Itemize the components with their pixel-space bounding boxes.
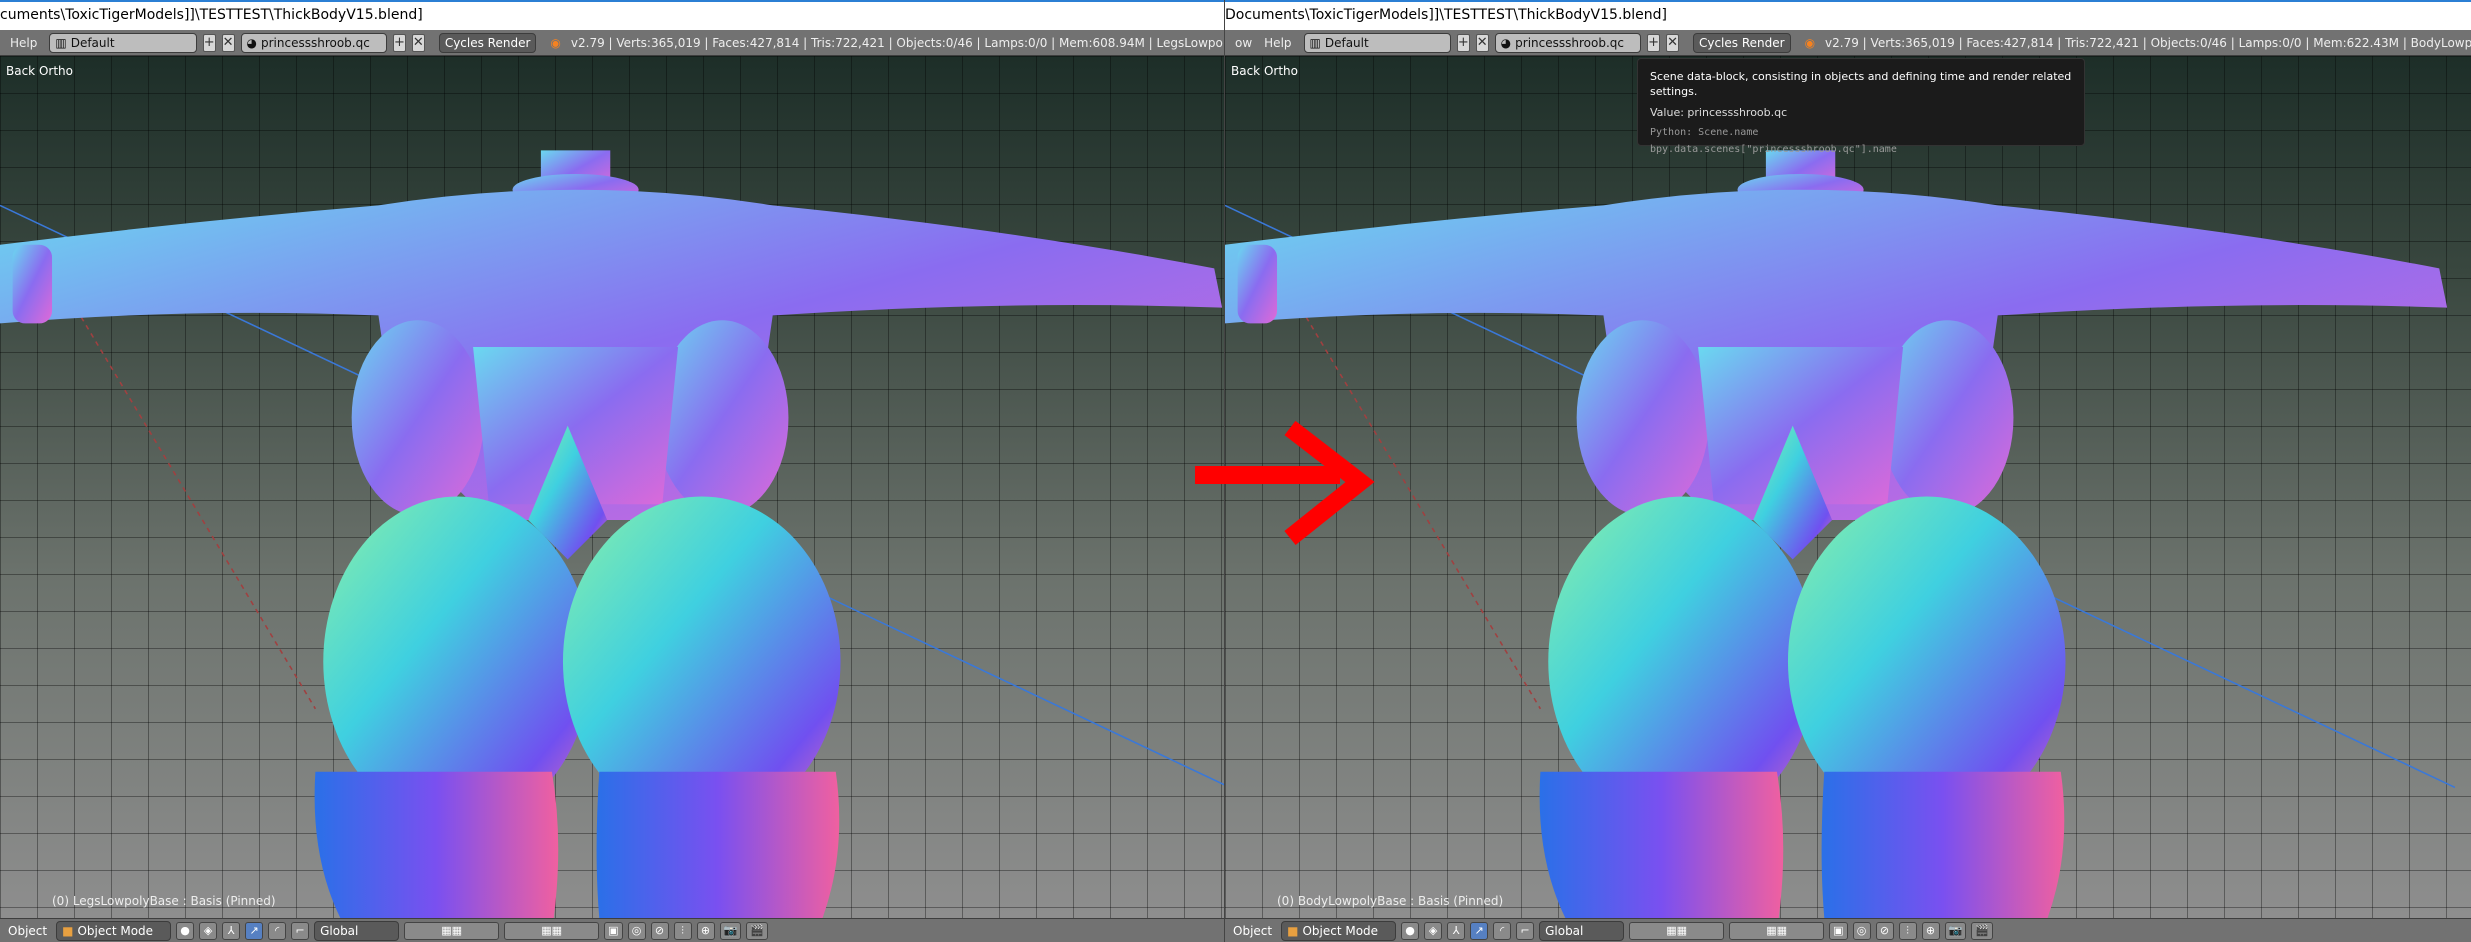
delete-layout-button[interactable]: ✕ bbox=[221, 33, 235, 52]
manipulator-toggle[interactable]: ⅄ bbox=[1447, 921, 1466, 940]
screen-layout-value: Default bbox=[1324, 35, 1369, 50]
blender-logo-icon: ◉ bbox=[1804, 35, 1816, 50]
manipulator-toggle[interactable]: ⅄ bbox=[222, 921, 241, 940]
info-header: ow Help ▥ Default + ✕ ◕ princessshroob.qc + ✕… bbox=[1225, 30, 2471, 56]
mode-value: Object Mode bbox=[1302, 923, 1379, 938]
tooltip-description: Scene data-block, consisting in objects … bbox=[1650, 70, 2072, 98]
screen-layout-value: Default bbox=[70, 35, 115, 50]
view-label: Back Ortho bbox=[6, 64, 73, 78]
rotate-manipulator[interactable]: ◜ bbox=[1493, 921, 1512, 940]
render-engine-selector[interactable]: Cycles Render bbox=[1692, 32, 1791, 53]
cube-icon: ■ bbox=[62, 923, 74, 938]
add-layout-button[interactable]: + bbox=[1456, 33, 1470, 52]
add-scene-button[interactable]: + bbox=[393, 33, 406, 52]
snap-element-icon[interactable]: ⫶ bbox=[673, 921, 692, 940]
menu-help[interactable]: Help bbox=[4, 36, 43, 50]
snap-target-icon[interactable]: ⊕ bbox=[1921, 921, 1940, 940]
mode-selector[interactable]: ■ Object Mode bbox=[56, 920, 172, 941]
lock-camera-icon[interactable]: ▣ bbox=[1829, 921, 1848, 940]
tooltip-python: Python: Scene.name bbox=[1650, 127, 1759, 138]
lock-camera-icon[interactable]: ▣ bbox=[604, 921, 623, 940]
tooltip-python-path: bpy.data.scenes["princessshroob.qc"].nam… bbox=[1650, 144, 1897, 155]
info-header: Help ▥ Default + ✕ ◕ princessshroob.qc + ✕ C… bbox=[0, 30, 1224, 56]
translate-manipulator[interactable]: ↗ bbox=[1470, 921, 1489, 940]
pane-1: cuments\ToxicTigerModels]]\TESTTEST\Thic… bbox=[0, 0, 1224, 942]
orientation-selector[interactable]: Global bbox=[1539, 920, 1625, 941]
scene-icon: ◕ bbox=[1500, 35, 1512, 50]
scale-manipulator[interactable]: ⌐ bbox=[291, 921, 310, 940]
blender-logo-icon: ◉ bbox=[550, 35, 561, 50]
layout-icon: ▥ bbox=[55, 35, 67, 50]
scene-statistics: v2.79 | Verts:365,019 | Faces:427,814 | … bbox=[570, 35, 1224, 50]
red-arrow-annotation bbox=[1195, 420, 1375, 546]
pivot-selector[interactable]: ◈ bbox=[199, 921, 218, 940]
shading-selector[interactable]: ● bbox=[176, 921, 195, 940]
cube-icon: ■ bbox=[1287, 923, 1299, 938]
menu-help[interactable]: Help bbox=[1258, 36, 1297, 50]
layers-grid-2[interactable]: ▦▦ bbox=[504, 921, 600, 940]
translate-manipulator[interactable]: ↗ bbox=[245, 921, 264, 940]
object-menu[interactable]: Object bbox=[1229, 924, 1276, 938]
viewport-header: Object ■ Object Mode ● ◈ ⅄ ↗ ◜ ⌐ Global ▦… bbox=[0, 918, 1224, 942]
delete-scene-button[interactable]: ✕ bbox=[411, 33, 425, 52]
rotate-manipulator[interactable]: ◜ bbox=[268, 921, 287, 940]
active-object-label: (0) BodyLowpolyBase : Basis (Pinned) bbox=[1277, 894, 1504, 908]
render-animation-icon[interactable]: 🎬 bbox=[746, 921, 768, 940]
layers-grid-2[interactable]: ▦▦ bbox=[1729, 921, 1825, 940]
delete-layout-button[interactable]: ✕ bbox=[1475, 33, 1489, 52]
scene-selector[interactable]: ◕ princessshroob.qc bbox=[240, 32, 387, 53]
layers-grid[interactable]: ▦▦ bbox=[404, 921, 500, 940]
mode-selector[interactable]: ■ Object Mode bbox=[1281, 920, 1397, 941]
window-title-bar: Documents\ToxicTigerModels]]\TESTTEST\Th… bbox=[1225, 0, 2471, 30]
proportional-edit-icon[interactable]: ◎ bbox=[627, 921, 646, 940]
snap-element-icon[interactable]: ⫶ bbox=[1898, 921, 1917, 940]
delete-scene-button[interactable]: ✕ bbox=[1666, 33, 1679, 52]
proportional-edit-icon[interactable]: ◎ bbox=[1852, 921, 1871, 940]
window-title: cuments\ToxicTigerModels]]\TESTTEST\Thic… bbox=[0, 7, 423, 23]
orientation-value: Global bbox=[1545, 923, 1584, 938]
orientation-value: Global bbox=[320, 923, 359, 938]
layers-grid[interactable]: ▦▦ bbox=[1629, 921, 1725, 940]
snap-target-icon[interactable]: ⊕ bbox=[696, 921, 715, 940]
object-menu[interactable]: Object bbox=[4, 924, 51, 938]
orientation-selector[interactable]: Global bbox=[314, 920, 400, 941]
snap-icon[interactable]: ⊘ bbox=[1875, 921, 1894, 940]
render-engine-selector[interactable]: Cycles Render bbox=[438, 32, 537, 53]
scene-selector[interactable]: ◕ princessshroob.qc bbox=[1494, 32, 1642, 53]
scene-statistics: v2.79 | Verts:365,019 | Faces:427,814 | … bbox=[1825, 35, 2471, 50]
window-title-bar: cuments\ToxicTigerModels]]\TESTTEST\Thic… bbox=[0, 0, 1224, 30]
window-title: Documents\ToxicTigerModels]]\TESTTEST\Th… bbox=[1225, 7, 1668, 23]
screen-layout-selector[interactable]: ▥ Default bbox=[1303, 32, 1451, 53]
scale-manipulator[interactable]: ⌐ bbox=[1516, 921, 1535, 940]
render-engine-value: Cycles Render bbox=[1698, 35, 1785, 50]
mesh-model bbox=[1225, 150, 2455, 918]
pivot-selector[interactable]: ◈ bbox=[1424, 921, 1443, 940]
3d-viewport[interactable]: Back Ortho (0) LegsLowpolyBase : Basis (… bbox=[0, 56, 1224, 918]
add-layout-button[interactable]: + bbox=[202, 33, 216, 52]
layout-icon: ▥ bbox=[1309, 35, 1321, 50]
scene-name-value: princessshroob.qc bbox=[261, 35, 370, 50]
scene-name-value: princessshroob.qc bbox=[1515, 35, 1624, 50]
mesh-model bbox=[0, 150, 1224, 918]
tooltip-value: Value: princessshroob.qc bbox=[1650, 106, 1788, 119]
add-scene-button[interactable]: + bbox=[1647, 33, 1661, 52]
render-icon[interactable]: 📷 bbox=[719, 921, 742, 940]
render-engine-value: Cycles Render bbox=[444, 35, 531, 50]
view-label: Back Ortho bbox=[1231, 64, 1298, 78]
scene-icon: ◕ bbox=[246, 35, 257, 50]
menu-ow[interactable]: ow bbox=[1229, 36, 1258, 50]
active-object-label: (0) LegsLowpolyBase : Basis (Pinned) bbox=[52, 894, 276, 908]
viewport-header: Object ■ Object Mode ● ◈ ⅄ ↗ ◜ ⌐ Global ▦… bbox=[1225, 918, 2471, 942]
render-animation-icon[interactable]: 🎬 bbox=[1971, 921, 1993, 940]
render-icon[interactable]: 📷 bbox=[1944, 921, 1967, 940]
mode-value: Object Mode bbox=[77, 923, 154, 938]
scene-tooltip: Scene data-block, consisting in objects … bbox=[1637, 58, 2085, 155]
3d-viewport[interactable]: Back Ortho (0) BodyLowpolyBase : Basis (… bbox=[1225, 56, 2471, 918]
pane-2: Documents\ToxicTigerModels]]\TESTTEST\Th… bbox=[1224, 0, 2471, 942]
snap-icon[interactable]: ⊘ bbox=[650, 921, 669, 940]
screen-layout-selector[interactable]: ▥ Default bbox=[49, 32, 197, 53]
shading-selector[interactable]: ● bbox=[1401, 921, 1420, 940]
